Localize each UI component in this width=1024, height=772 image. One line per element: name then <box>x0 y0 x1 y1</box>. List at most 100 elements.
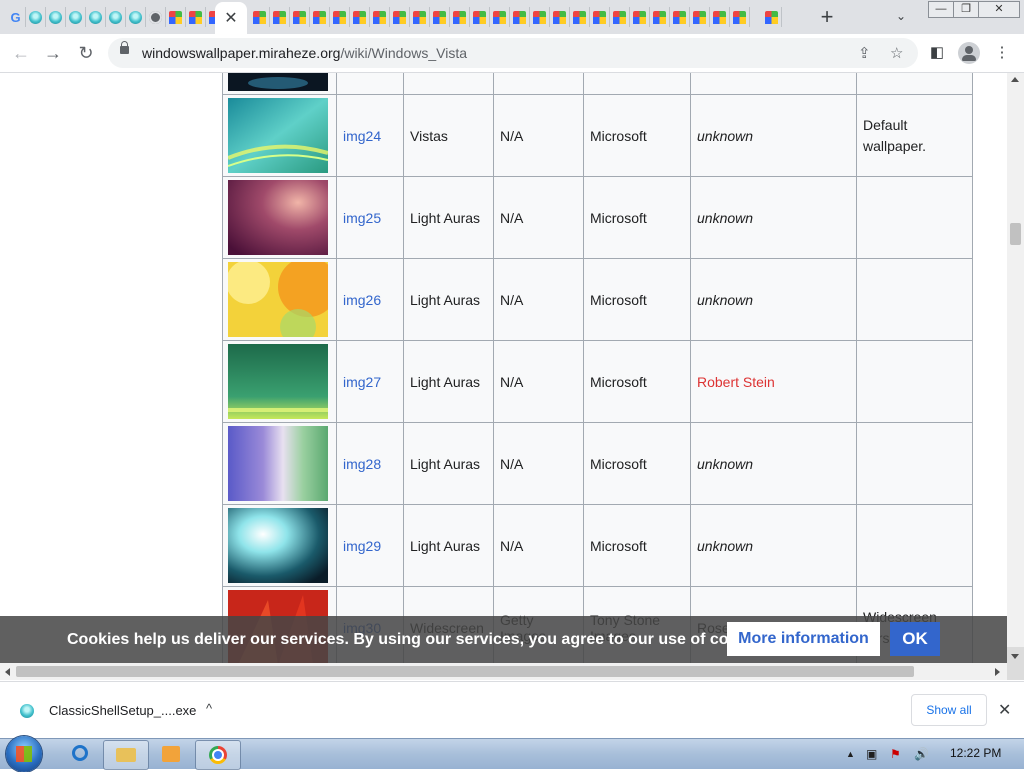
tab-item[interactable] <box>46 7 66 27</box>
vertical-scrollbar[interactable] <box>1007 73 1024 663</box>
internet-explorer-icon <box>72 745 88 761</box>
close-tab-icon[interactable]: ✕ <box>224 8 237 28</box>
windows-wallpaper-favicon-icon <box>593 10 606 24</box>
scroll-right-arrow-icon[interactable] <box>995 668 1000 676</box>
image-link[interactable]: img28 <box>343 456 381 472</box>
origin-cell: N/A <box>493 340 584 423</box>
horizontal-scrollbar[interactable] <box>0 663 1007 680</box>
tab-item[interactable] <box>370 7 390 27</box>
tab-item[interactable] <box>330 7 350 27</box>
cookie-ok-button[interactable]: OK <box>890 622 940 656</box>
tab-item[interactable] <box>410 7 430 27</box>
address-bar[interactable]: windowswallpaper.miraheze.org/wiki/Windo… <box>108 38 918 68</box>
author-cell: unknown <box>690 504 857 587</box>
taskbar-chrome[interactable] <box>195 740 241 770</box>
menu-icon[interactable]: ⋮ <box>992 43 1012 63</box>
lock-icon[interactable] <box>120 41 129 54</box>
wallpaper-thumbnail[interactable] <box>228 508 328 583</box>
image-link[interactable]: img29 <box>343 538 381 554</box>
image-link[interactable]: img27 <box>343 374 381 390</box>
wallpaper-thumbnail[interactable] <box>228 73 328 91</box>
tab-item[interactable] <box>350 7 370 27</box>
tab-item[interactable] <box>146 7 166 27</box>
tab-item[interactable] <box>550 7 570 27</box>
scroll-down-arrow-icon[interactable] <box>1011 654 1019 659</box>
tab-item[interactable] <box>690 7 710 27</box>
forward-button[interactable]: → <box>42 42 64 64</box>
tab-item[interactable] <box>610 7 630 27</box>
wallpaper-thumbnail[interactable] <box>228 426 328 501</box>
side-panel-icon[interactable]: ◧ <box>927 43 947 63</box>
tab-item[interactable] <box>630 7 650 27</box>
wallpaper-thumbnail[interactable] <box>228 262 328 337</box>
share-icon[interactable]: ⇪ <box>858 44 871 62</box>
wallpaper-thumbnail[interactable] <box>228 98 328 173</box>
image-link[interactable]: img25 <box>343 210 381 226</box>
close-download-shelf-icon[interactable]: ✕ <box>998 700 1011 720</box>
tab-item[interactable] <box>730 7 750 27</box>
author-link[interactable]: Robert Stein <box>697 374 775 390</box>
tab-item[interactable] <box>470 7 490 27</box>
tab-item[interactable] <box>250 7 270 27</box>
wallpaper-thumbnail[interactable] <box>228 344 328 419</box>
windows-taskbar: ▲ ▣ ⚑ 🔊 12:22 PM <box>0 736 1024 772</box>
pinned-tabs: G <box>6 7 226 27</box>
tab-item[interactable] <box>650 7 670 27</box>
tab-item[interactable] <box>86 7 106 27</box>
tab-item[interactable] <box>670 7 690 27</box>
show-hidden-icons-icon[interactable]: ▲ <box>846 749 855 759</box>
tab-item[interactable] <box>530 7 550 27</box>
taskbar-file-explorer[interactable] <box>103 740 149 770</box>
vertical-scroll-thumb[interactable] <box>1010 223 1021 245</box>
volume-icon[interactable]: 🔊 <box>914 747 929 761</box>
tab-item[interactable] <box>450 7 470 27</box>
tab-item[interactable] <box>510 7 530 27</box>
tab-item[interactable] <box>106 7 126 27</box>
tab-search-button[interactable]: ⌄ <box>896 9 906 23</box>
tab-item[interactable] <box>390 7 410 27</box>
tab-item[interactable] <box>490 7 510 27</box>
tab-item[interactable] <box>310 7 330 27</box>
more-information-button[interactable]: More information <box>727 622 880 656</box>
wallpaper-thumbnail[interactable] <box>228 180 328 255</box>
chevron-up-icon[interactable]: ^ <box>206 701 212 716</box>
tab-item[interactable] <box>762 7 782 27</box>
system-clock[interactable]: 12:22 PM <box>950 746 1001 760</box>
taskbar-media-player[interactable] <box>149 740 193 768</box>
profile-icon[interactable] <box>958 42 980 64</box>
table-row <box>222 73 973 95</box>
image-link[interactable]: img24 <box>343 128 381 144</box>
tab-item[interactable] <box>590 7 610 27</box>
tab-item[interactable] <box>710 7 730 27</box>
horizontal-scroll-thumb[interactable] <box>16 666 914 677</box>
tab-item[interactable] <box>166 7 186 27</box>
active-tab[interactable]: ✕ <box>215 2 247 34</box>
download-file-name[interactable]: ClassicShellSetup_....exe <box>49 703 196 718</box>
network-icon[interactable]: ▣ <box>866 747 877 761</box>
tab-item[interactable] <box>270 7 290 27</box>
star-icon[interactable]: ☆ <box>890 44 903 62</box>
show-all-button[interactable]: Show all <box>911 694 987 726</box>
tab-item[interactable] <box>126 7 146 27</box>
tab-item[interactable] <box>66 7 86 27</box>
minimize-button[interactable]: — <box>928 1 954 18</box>
taskbar-internet-explorer[interactable] <box>57 740 101 768</box>
scroll-corner <box>1007 647 1024 680</box>
image-link[interactable]: img26 <box>343 292 381 308</box>
tab-item[interactable] <box>430 7 450 27</box>
new-tab-button[interactable]: + <box>816 6 838 28</box>
tab-item[interactable] <box>186 7 206 27</box>
url-text[interactable]: windowswallpaper.miraheze.org/wiki/Windo… <box>142 45 467 61</box>
window-close-button[interactable]: ✕ <box>978 1 1020 18</box>
start-button[interactable] <box>6 736 42 772</box>
action-center-icon[interactable]: ⚑ <box>890 747 901 761</box>
tab-item[interactable] <box>26 7 46 27</box>
tab-item[interactable] <box>570 7 590 27</box>
back-button[interactable]: ← <box>10 42 32 64</box>
maximize-button[interactable]: ❐ <box>953 1 979 18</box>
tab-google[interactable]: G <box>6 7 26 27</box>
tab-item[interactable] <box>290 7 310 27</box>
reload-button[interactable]: ↻ <box>75 42 97 64</box>
scroll-up-arrow-icon[interactable] <box>1011 77 1019 82</box>
scroll-left-arrow-icon[interactable] <box>5 668 10 676</box>
